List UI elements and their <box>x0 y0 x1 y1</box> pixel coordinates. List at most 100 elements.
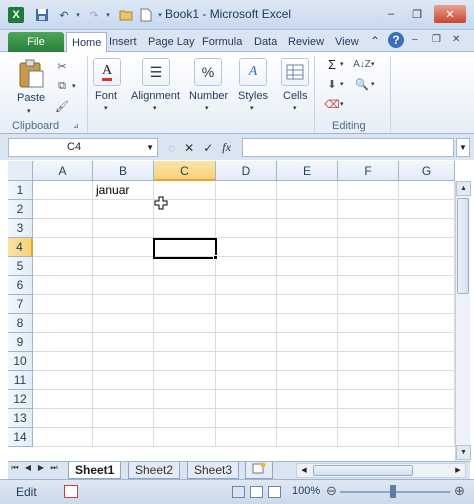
cancel-entry-icon[interactable]: ✕ <box>184 141 194 155</box>
cell-a5[interactable] <box>33 257 93 276</box>
cell-f12[interactable] <box>338 390 399 409</box>
paste-label[interactable]: Paste <box>17 92 45 104</box>
workbook-minimize-icon[interactable]: – <box>412 34 418 45</box>
cell-c9[interactable] <box>154 333 216 352</box>
sheet-tab-sheet1[interactable]: Sheet1 <box>68 462 122 479</box>
find-select-dropdown-icon[interactable]: ▾ <box>371 80 375 88</box>
clear-icon[interactable]: ⌫ <box>324 96 340 112</box>
row-header-6[interactable]: 6 <box>8 276 33 295</box>
cell-b2[interactable] <box>93 200 154 219</box>
cell-g14[interactable] <box>399 428 455 447</box>
cell-c5[interactable] <box>154 257 216 276</box>
copy-dropdown-icon[interactable]: ▾ <box>72 82 76 90</box>
row-header-5[interactable]: 5 <box>8 257 33 276</box>
cell-b4[interactable] <box>93 238 154 257</box>
cell-g4[interactable] <box>399 238 455 257</box>
zoom-in-icon[interactable]: ⊕ <box>454 483 465 499</box>
sheet-tab-sheet2[interactable]: Sheet2 <box>128 462 181 479</box>
cell-e11[interactable] <box>277 371 338 390</box>
autosum-icon[interactable]: Σ <box>324 56 340 72</box>
horizontal-scroll-thumb[interactable] <box>313 465 413 476</box>
scroll-left-icon[interactable]: ◀ <box>297 464 311 477</box>
cut-icon[interactable]: ✂ <box>54 58 70 74</box>
minimize-button[interactable]: – <box>380 5 402 23</box>
row-header-9[interactable]: 9 <box>8 333 33 352</box>
cell-e4[interactable] <box>277 238 338 257</box>
scroll-up-icon[interactable]: ▲ <box>456 181 471 196</box>
cell-b10[interactable] <box>93 352 154 371</box>
row-header-12[interactable]: 12 <box>8 390 33 409</box>
workbook-close-icon[interactable]: ✕ <box>452 34 460 45</box>
row-header-1[interactable]: 1 <box>8 181 33 200</box>
fill-dropdown-icon[interactable]: ▾ <box>340 80 344 88</box>
column-header-e[interactable]: E <box>277 161 338 181</box>
font-dropdown-icon[interactable]: ▾ <box>104 104 108 112</box>
cell-d1[interactable] <box>216 181 277 200</box>
cell-d12[interactable] <box>216 390 277 409</box>
vertical-scroll-thumb[interactable] <box>457 198 469 294</box>
cell-d4[interactable] <box>216 238 277 257</box>
page-layout-view-icon[interactable] <box>250 486 263 498</box>
autosum-dropdown-icon[interactable]: ▾ <box>340 60 344 68</box>
sort-filter-icon[interactable]: A↓Z <box>353 56 371 72</box>
cell-g8[interactable] <box>399 314 455 333</box>
cell-f10[interactable] <box>338 352 399 371</box>
styles-icon[interactable]: A <box>239 58 267 86</box>
cells-icon[interactable] <box>281 58 309 86</box>
cell-f8[interactable] <box>338 314 399 333</box>
page-break-view-icon[interactable] <box>268 486 281 498</box>
cell-f1[interactable] <box>338 181 399 200</box>
cell-g13[interactable] <box>399 409 455 428</box>
cell-f4[interactable] <box>338 238 399 257</box>
cell-f6[interactable] <box>338 276 399 295</box>
first-sheet-icon[interactable]: ⏮ <box>10 463 20 473</box>
cell-e10[interactable] <box>277 352 338 371</box>
insert-function-icon[interactable]: fx <box>222 140 231 155</box>
tab-view[interactable]: View <box>330 32 364 52</box>
scroll-down-icon[interactable]: ▼ <box>456 445 471 460</box>
column-header-g[interactable]: G <box>399 161 455 181</box>
row-header-13[interactable]: 13 <box>8 409 33 428</box>
row-header-7[interactable]: 7 <box>8 295 33 314</box>
vertical-scrollbar[interactable]: ▲ ▼ <box>455 181 471 461</box>
zoom-level[interactable]: 100% <box>292 485 320 497</box>
cell-a2[interactable] <box>33 200 93 219</box>
column-header-f[interactable]: F <box>338 161 399 181</box>
cell-d11[interactable] <box>216 371 277 390</box>
cell-b8[interactable] <box>93 314 154 333</box>
cell-e7[interactable] <box>277 295 338 314</box>
cell-f14[interactable] <box>338 428 399 447</box>
cell-f13[interactable] <box>338 409 399 428</box>
cell-g6[interactable] <box>399 276 455 295</box>
cell-a1[interactable] <box>33 181 93 200</box>
cell-c3[interactable] <box>154 219 216 238</box>
number-label[interactable]: Number <box>189 90 228 102</box>
paste-icon[interactable] <box>16 58 46 90</box>
save-icon[interactable] <box>34 7 50 23</box>
cell-f2[interactable] <box>338 200 399 219</box>
cell-c12[interactable] <box>154 390 216 409</box>
cell-d2[interactable] <box>216 200 277 219</box>
cell-e3[interactable] <box>277 219 338 238</box>
column-header-d[interactable]: D <box>216 161 277 181</box>
cell-a13[interactable] <box>33 409 93 428</box>
name-box-dropdown-icon[interactable]: ▼ <box>146 139 154 156</box>
row-header-10[interactable]: 10 <box>8 352 33 371</box>
cell-g11[interactable] <box>399 371 455 390</box>
last-sheet-icon[interactable]: ⏭ <box>49 463 59 473</box>
clear-dropdown-icon[interactable]: ▾ <box>340 100 344 108</box>
tab-file[interactable]: File <box>8 32 64 52</box>
cell-a10[interactable] <box>33 352 93 371</box>
cell-b1[interactable]: januar <box>93 181 154 200</box>
cell-e6[interactable] <box>277 276 338 295</box>
tab-home[interactable]: Home <box>66 32 108 53</box>
column-header-c[interactable]: C <box>154 161 216 181</box>
column-header-a[interactable]: A <box>33 161 93 181</box>
alignment-icon[interactable]: ☰ <box>142 58 170 86</box>
cell-a3[interactable] <box>33 219 93 238</box>
row-header-2[interactable]: 2 <box>8 200 33 219</box>
cell-a14[interactable] <box>33 428 93 447</box>
cell-e5[interactable] <box>277 257 338 276</box>
cell-b3[interactable] <box>93 219 154 238</box>
clipboard-launcher-icon[interactable]: ⊿ <box>72 122 80 130</box>
